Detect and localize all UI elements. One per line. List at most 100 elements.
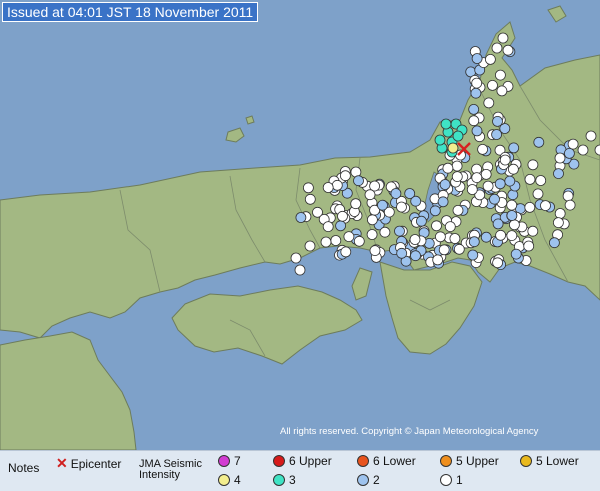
station-marker — [492, 218, 504, 230]
legend-jma-intensity: JMA Seismic Intensity — [139, 459, 202, 481]
station-marker — [452, 204, 464, 216]
station-marker — [524, 173, 536, 185]
station-marker — [379, 226, 391, 238]
legend-panel: Notes ✕ Epicenter JMA Seismic Intensity … — [0, 450, 600, 491]
station-marker — [410, 250, 421, 262]
station-marker — [320, 236, 332, 248]
station-marker — [471, 172, 483, 184]
legend-item-5-upper: 5 Upper — [440, 454, 499, 468]
station-marker — [553, 168, 564, 180]
legend-item-6-lower: 6 Lower — [357, 454, 416, 468]
station-marker — [491, 42, 503, 54]
station-marker — [471, 77, 483, 89]
station-marker — [527, 225, 539, 237]
station-marker — [364, 189, 376, 201]
station-marker — [415, 215, 427, 227]
station-marker — [369, 245, 381, 257]
station-marker — [527, 159, 539, 171]
station-marker — [468, 236, 480, 248]
station-marker — [350, 198, 362, 210]
station-marker — [451, 160, 463, 172]
legend-jma-line2: Intensity — [139, 469, 180, 481]
station-marker — [564, 199, 576, 211]
station-marker — [394, 225, 405, 237]
station-marker — [540, 200, 551, 212]
station-marker — [492, 257, 504, 269]
station-marker — [494, 69, 506, 81]
station-marker — [294, 264, 306, 276]
station-marker — [506, 199, 518, 211]
station-marker — [444, 221, 456, 233]
station-marker — [533, 136, 545, 148]
station-marker — [396, 247, 408, 259]
station-marker — [535, 175, 547, 186]
station-marker — [390, 188, 402, 199]
station-marker — [491, 129, 503, 140]
station-marker — [438, 244, 450, 256]
legend-item-4: 4 — [218, 473, 241, 487]
intensity-6-lower-dot-icon — [357, 455, 369, 467]
station-marker — [508, 142, 520, 154]
station-marker — [366, 214, 378, 226]
station-marker — [508, 163, 519, 175]
station-marker — [494, 178, 506, 190]
intensity-7-dot-icon — [218, 455, 230, 467]
station-marker — [510, 248, 522, 260]
station-marker — [523, 240, 535, 252]
station-marker — [487, 80, 498, 91]
station-marker — [339, 170, 351, 182]
intensity-4-dot-icon — [218, 474, 230, 486]
seismic-map — [0, 0, 600, 450]
station-marker — [499, 154, 511, 166]
station-marker — [429, 205, 441, 217]
legend-item-1: 1 — [440, 473, 463, 487]
station-marker — [482, 180, 494, 192]
station-marker — [440, 118, 452, 130]
intensity-5-lower-dot-icon — [520, 455, 532, 467]
station-marker — [492, 116, 503, 127]
station-marker — [449, 233, 461, 244]
station-marker — [502, 44, 514, 56]
station-marker — [470, 87, 482, 99]
legend-epicenter-label: Epicenter — [70, 456, 122, 471]
station-marker — [477, 143, 489, 155]
station-marker — [466, 184, 478, 195]
intensity-6-upper-dot-icon — [273, 455, 285, 467]
legend-epicenter: ✕ Epicenter — [56, 455, 121, 472]
legend-item-2: 2 — [357, 473, 380, 487]
station-marker — [452, 130, 464, 142]
station-marker — [434, 231, 446, 243]
copyright-notice: All rights reserved. Copyright © Japan M… — [280, 426, 539, 437]
station-marker — [304, 193, 316, 205]
station-marker — [553, 217, 564, 229]
station-marker — [396, 201, 407, 213]
station-marker — [489, 193, 500, 205]
station-marker — [524, 201, 536, 213]
station-marker — [483, 97, 495, 109]
intensity-3-dot-icon — [273, 474, 285, 486]
station-marker — [484, 54, 496, 65]
station-marker — [353, 235, 365, 247]
station-marker — [562, 190, 574, 202]
station-marker — [554, 208, 566, 219]
intensity-1-dot-icon — [440, 474, 452, 486]
station-marker — [431, 220, 442, 232]
station-marker — [480, 231, 492, 243]
legend-item-6-upper: 6 Upper — [273, 454, 332, 468]
station-marker — [468, 104, 480, 115]
intensity-5-upper-dot-icon — [440, 455, 452, 467]
station-marker — [509, 219, 520, 231]
station-marker — [330, 235, 342, 246]
station-marker — [335, 220, 347, 232]
legend-item-5-lower: 5 Lower — [520, 454, 579, 468]
station-marker — [471, 125, 483, 137]
station-marker — [302, 182, 314, 194]
station-marker — [532, 188, 544, 200]
station-marker — [343, 231, 355, 243]
station-marker — [434, 134, 446, 146]
station-marker — [564, 147, 575, 159]
station-marker — [495, 229, 507, 241]
station-marker — [322, 182, 334, 193]
station-marker — [353, 175, 364, 187]
station-marker — [442, 162, 454, 174]
